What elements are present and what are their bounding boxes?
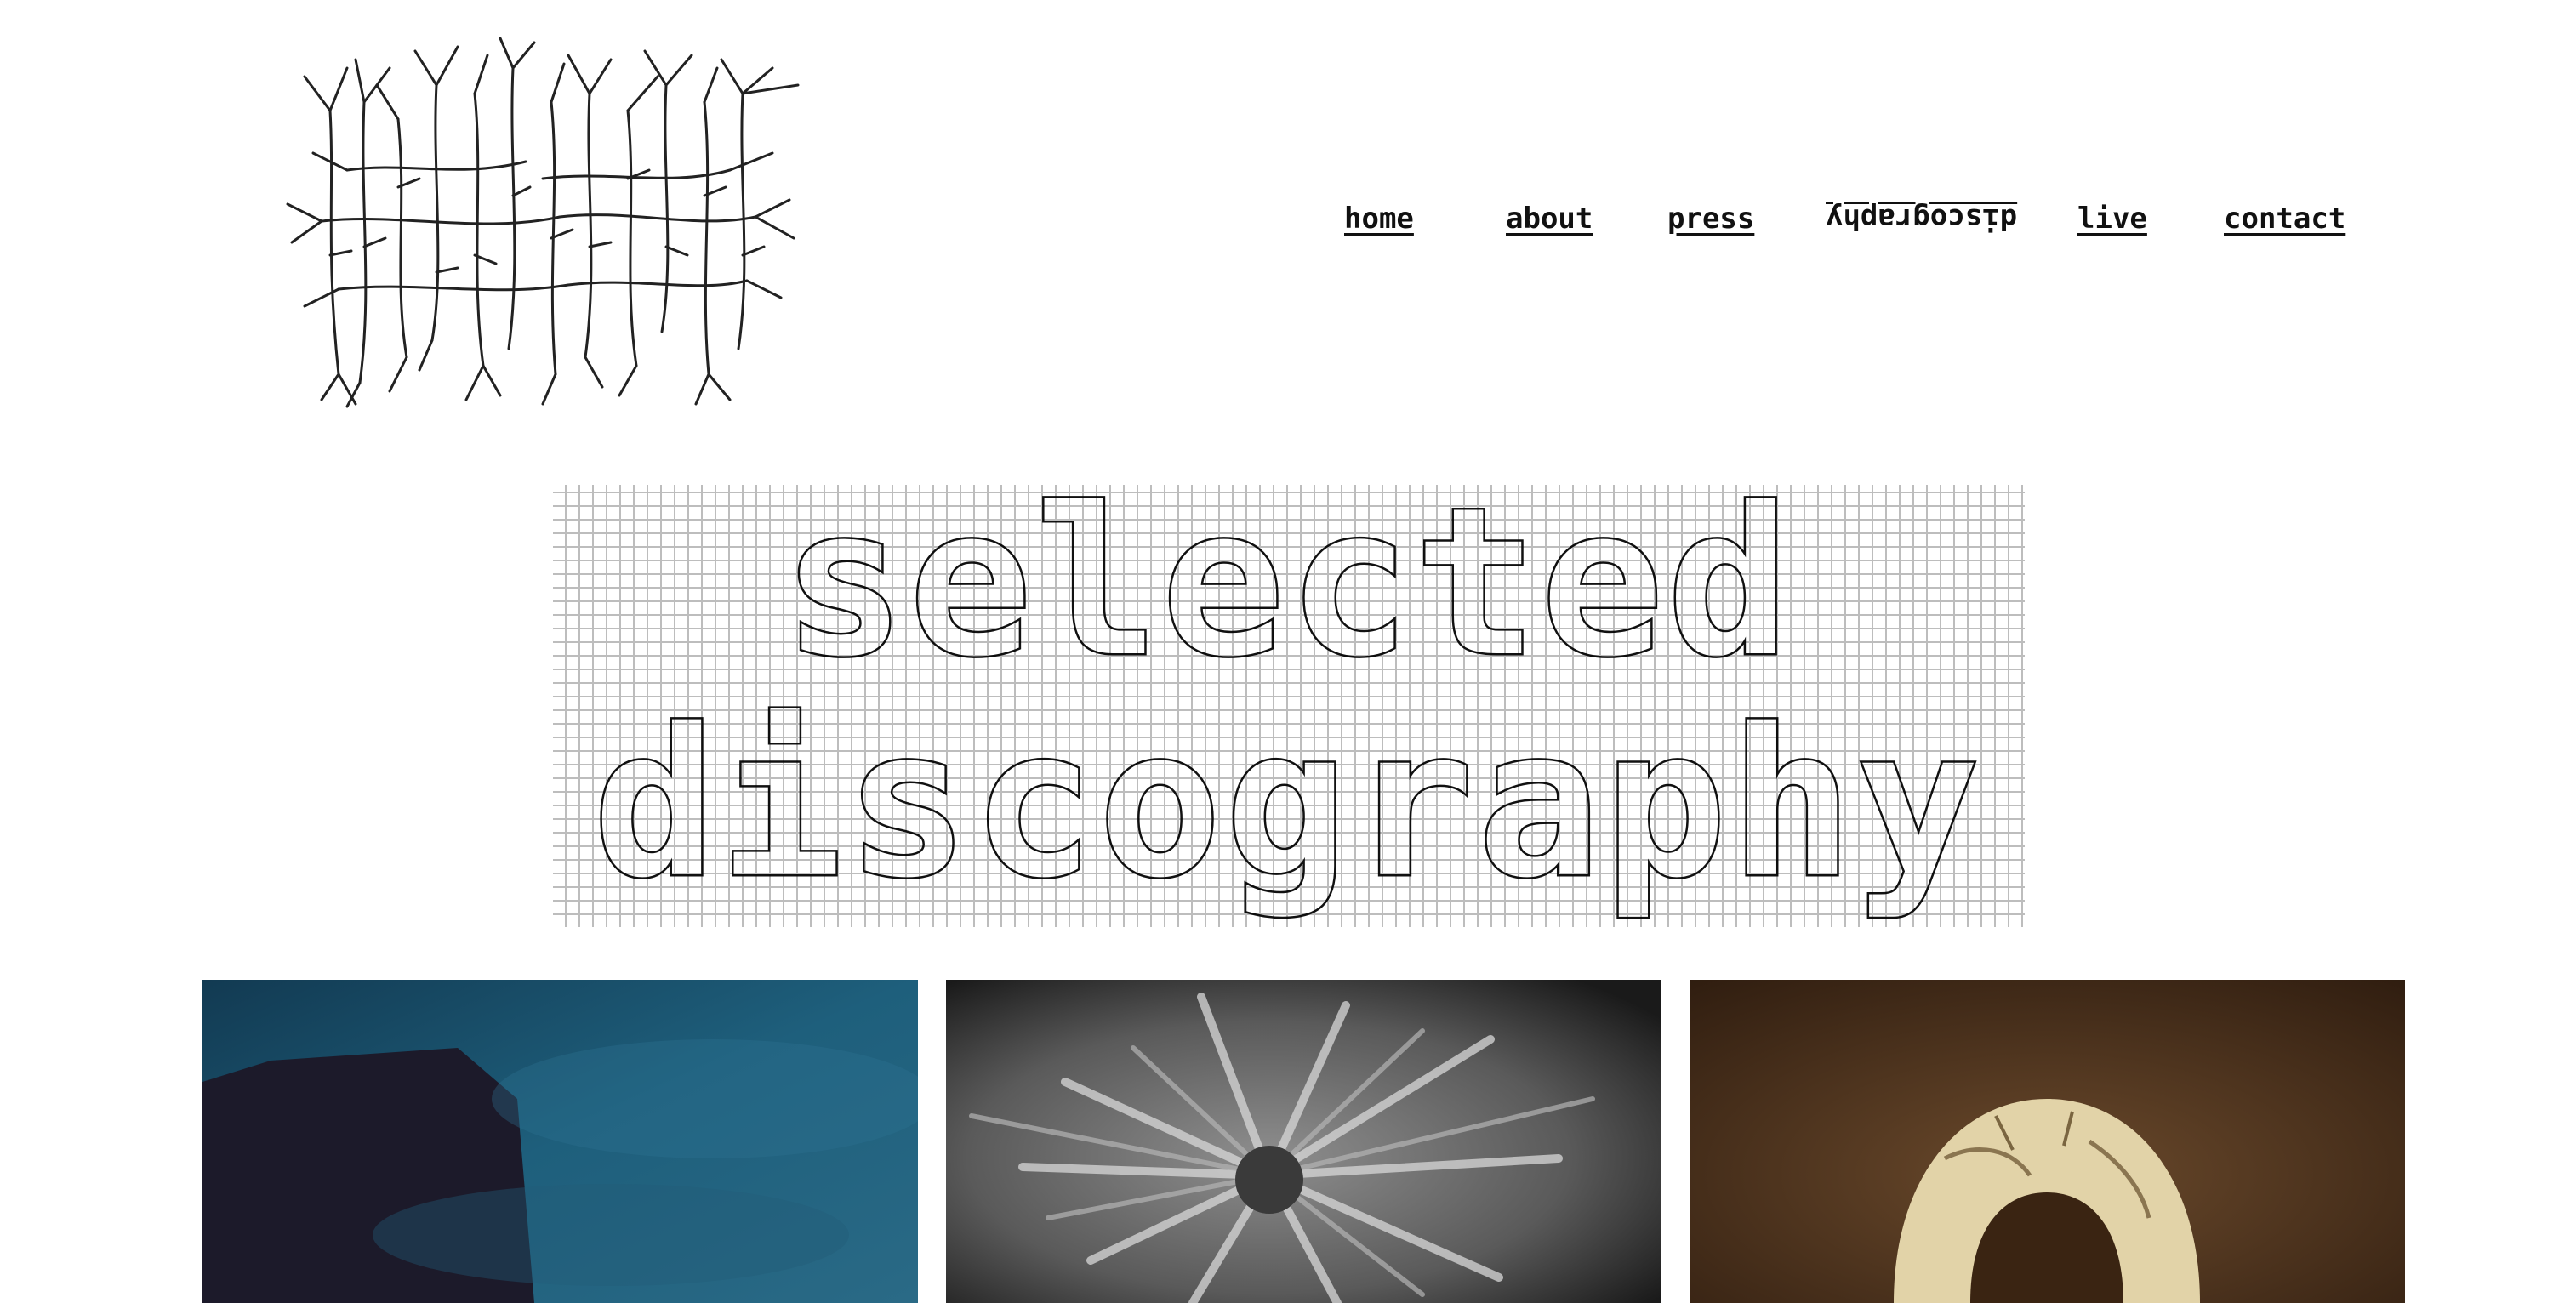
- album-card[interactable]: [946, 980, 1661, 1303]
- nav-about-link[interactable]: about: [1506, 197, 1593, 240]
- page-title-line-2: discography: [591, 685, 1983, 923]
- branching-tree-logo-icon: [286, 37, 800, 408]
- nav-discography-link[interactable]: discography: [1826, 197, 2017, 240]
- main-nav: home about press discography live contac…: [1344, 197, 2576, 248]
- band-logo[interactable]: [271, 34, 824, 408]
- page-title-line-1: selected: [781, 464, 1793, 702]
- nav-home-link[interactable]: home: [1344, 197, 1414, 240]
- album-grid: [202, 980, 2406, 1303]
- album-cover-gray-flower-icon: [946, 980, 1661, 1303]
- nav-live-link[interactable]: live: [2077, 197, 2147, 240]
- album-card[interactable]: [202, 980, 918, 1303]
- nav-press-link[interactable]: press: [1667, 197, 1754, 240]
- album-card[interactable]: [1690, 980, 2405, 1303]
- album-cover-sepia-skull-icon: [1690, 980, 2405, 1303]
- page-title: selected discography: [0, 464, 2576, 927]
- album-cover-blue-shadow-icon: [202, 980, 918, 1303]
- nav-contact-link[interactable]: contact: [2224, 197, 2345, 240]
